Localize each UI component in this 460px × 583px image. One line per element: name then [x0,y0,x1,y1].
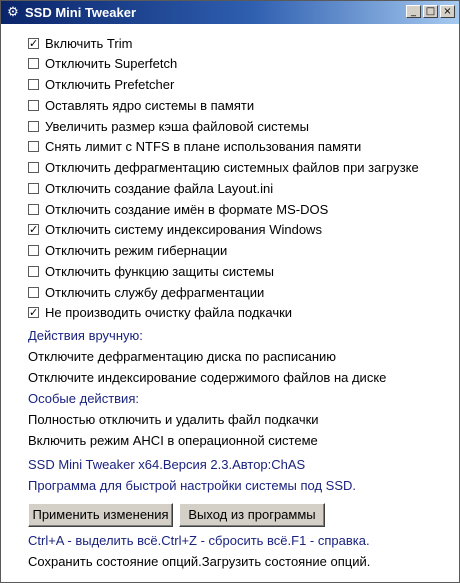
title-bar[interactable]: ⚙ SSD Mini Tweaker _ □ × [1,1,459,24]
special-action-remove-pagefile[interactable]: Полностью отключить и удалить файл подка… [28,411,319,429]
option-row[interactable]: Отключить Prefetcher [28,76,174,94]
option-row[interactable]: Увеличить размер кэша файловой системы [28,117,309,135]
special-actions-heading: Особые действия: [28,391,139,406]
option-label: Отключить режим гибернации [45,243,228,258]
option-checkbox[interactable] [28,162,39,173]
option-checkbox[interactable] [28,245,39,256]
option-label: Отключить функцию защиты системы [45,263,274,279]
option-checkbox[interactable]: ✓ [28,37,39,49]
main-panel: ✓ Включить Trim Отключить Superfetch Отключ… [1,24,459,581]
option-checkbox[interactable] [28,99,39,111]
option-label: Отключить систему индексирования Windows [45,222,322,238]
option-row[interactable]: Оставлять ядро системы в памяти [28,96,254,114]
program-description: Программа для быстрой настройки системы … [28,478,356,493]
special-action-enable-ahci[interactable]: Включить режим AHCI в операционной систе… [28,432,318,450]
app-window: ⚙ SSD Mini Tweaker _ □ × ✓ Включить Trim О… [0,0,460,583]
options-state-links[interactable]: Сохранить состояние опций.Загрузить сост… [28,553,370,571]
minimize-icon[interactable]: _ [406,5,421,18]
option-checkbox[interactable] [28,120,39,132]
option-row[interactable]: Отключить дефрагментацию системных файло… [28,159,419,177]
option-checkbox[interactable] [28,203,39,215]
option-label: Отключить дефрагментацию системных файло… [45,160,419,175]
option-row[interactable]: Отключить создание имён в формате MS-DOS [28,200,328,218]
option-label: Отключить Superfetch [45,56,178,72]
option-label: Оставлять ядро системы в памяти [45,97,255,113]
option-checkbox[interactable] [28,141,39,153]
apply-changes-button[interactable]: Применить изменения [28,503,173,527]
option-row[interactable]: Отключить Superfetch [28,55,177,73]
option-row[interactable]: Отключить функцию защиты системы [28,262,274,280]
maximize-icon[interactable]: □ [423,5,438,18]
option-checkbox[interactable]: ✓ [28,307,39,319]
option-label: Включить Trim [45,35,133,51]
manual-actions-heading: Действия вручную: [28,328,143,343]
gear-icon: ⚙ [7,4,19,19]
window-title: SSD Mini Tweaker [25,5,137,20]
option-label: Отключить службу дефрагментации [45,284,265,300]
option-row[interactable]: ✓ Не производить очистку файла подкачки [28,304,292,322]
close-icon[interactable]: × [440,5,455,18]
option-checkbox[interactable] [28,58,39,70]
version-info: SSD Mini Tweaker x64.Версия 2.3.Автор:Ch… [28,457,306,472]
option-label: Увеличить размер кэша файловой системы [45,118,309,134]
option-label: Отключить Prefetcher [45,77,175,92]
shortcuts-hint[interactable]: Ctrl+A - выделить всё.Ctrl+Z - сбросить … [28,532,370,550]
option-row[interactable]: ✓ Отключить систему индексирования Window… [28,221,322,239]
window-controls: _ □ × [406,5,455,18]
option-checkbox[interactable] [28,182,39,194]
option-checkbox[interactable] [28,286,39,298]
option-row[interactable]: Снять лимит с NTFS в плане использования… [28,138,361,156]
manual-action-disable-indexing-content[interactable]: Отключите индексирование содержимого фай… [28,369,386,387]
manual-action-disable-defrag-schedule[interactable]: Отключите дефрагментацию диска по распис… [28,348,336,366]
option-checkbox[interactable] [28,79,39,90]
option-label: Отключить создание имён в формате MS-DOS [45,201,329,217]
option-row[interactable]: Отключить службу дефрагментации [28,283,264,301]
option-checkbox[interactable]: ✓ [28,224,39,236]
exit-program-button[interactable]: Выход из программы [179,503,325,527]
option-row[interactable]: ✓ Включить Trim [28,34,132,52]
option-label: Не производить очистку файла подкачки [45,305,293,321]
option-row[interactable]: Отключить создание файла Layout.ini [28,179,273,197]
option-label: Отключить создание файла Layout.ini [45,180,274,196]
option-label: Снять лимит с NTFS в плане использования… [45,139,362,155]
option-row[interactable]: Отключить режим гибернации [28,242,227,260]
option-checkbox[interactable] [28,265,39,277]
